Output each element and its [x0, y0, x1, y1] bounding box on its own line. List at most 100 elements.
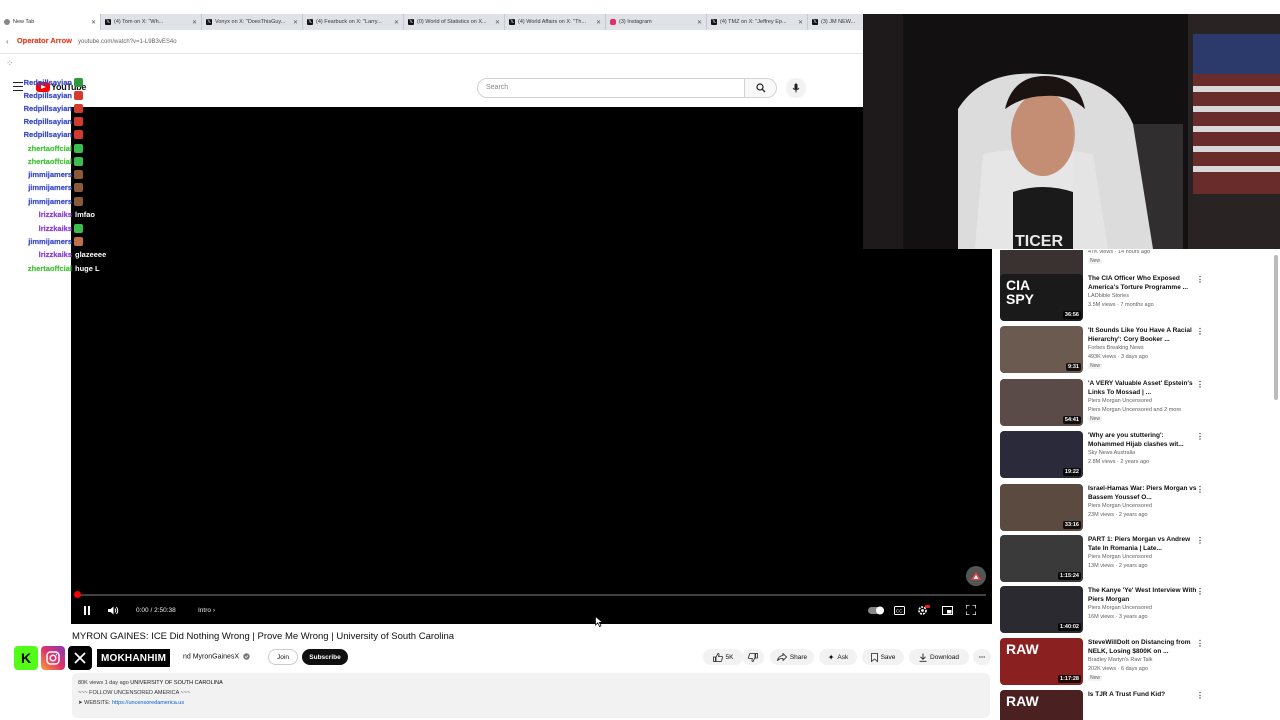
- recommended-channel[interactable]: Sky News Australia: [1088, 450, 1200, 456]
- more-vertical-icon[interactable]: ⋮: [1196, 485, 1204, 494]
- fullscreen-button[interactable]: [966, 603, 976, 617]
- settings-button[interactable]: [917, 603, 930, 617]
- x-twitter-icon: [68, 646, 92, 670]
- more-vertical-icon[interactable]: ⋮: [1196, 639, 1204, 648]
- close-tab-icon[interactable]: ✕: [798, 19, 803, 26]
- download-button[interactable]: Download: [909, 649, 969, 665]
- browser-tab[interactable]: 𝕏 (4) Fearbuck on X: "Larry... ✕: [303, 14, 404, 30]
- close-tab-icon[interactable]: ✕: [293, 19, 298, 26]
- chat-username: lrizzkaiks: [38, 249, 73, 259]
- recommended-channel[interactable]: Forbes Breaking News: [1088, 345, 1200, 351]
- video-thumbnail[interactable]: CIA SPY 36:56: [1000, 274, 1083, 321]
- chapter-button[interactable]: Intro ›: [198, 607, 215, 614]
- progress-scrubber[interactable]: [74, 591, 81, 598]
- recommended-video[interactable]: RAW 1:17:28 SteveWillDoIt on Distancing fr…: [1000, 638, 1270, 688]
- video-thumbnail[interactable]: 1:15:24: [1000, 535, 1083, 582]
- recommended-meta: 2.8M views · 2 years ago: [1088, 459, 1150, 465]
- join-button[interactable]: Join: [268, 649, 298, 665]
- recommended-channel[interactable]: Piers Morgan Uncensored: [1088, 398, 1200, 404]
- more-vertical-icon[interactable]: ⋮: [1196, 327, 1204, 336]
- chat-message: Operator Arrow: [0, 34, 72, 46]
- miniplayer-button[interactable]: [942, 603, 953, 617]
- recommended-channel[interactable]: Bradley Martyn's Raw Talk: [1088, 657, 1200, 663]
- browser-tab[interactable]: 𝕏 (0) World of Statistics on X... ✕: [404, 14, 505, 30]
- browser-tab[interactable]: 𝕏 (4) TMZ on X: "Jeffrey Ep... ✕: [707, 14, 808, 30]
- search-input[interactable]: Search: [477, 78, 745, 98]
- recommended-video[interactable]: 1:15:24 PART 1: Piers Morgan vs Andrew Ta…: [1000, 535, 1270, 585]
- video-thumbnail[interactable]: 54:41: [1000, 379, 1083, 426]
- close-tab-icon[interactable]: ✕: [192, 19, 197, 26]
- recommended-video[interactable]: RAW Is TJR A Trust Fund Kid? ⋮: [1000, 690, 1270, 720]
- close-tab-icon[interactable]: ✕: [596, 19, 601, 26]
- ask-button[interactable]: ✦ Ask: [819, 649, 857, 665]
- save-button[interactable]: Save: [862, 649, 904, 665]
- browser-tab[interactable]: 𝕏 Vonyx on X: "DoesThisGuy... ✕: [202, 14, 303, 30]
- close-tab-icon[interactable]: ✕: [394, 19, 399, 26]
- recommended-video-title[interactable]: PART 1: Piers Morgan vs Andrew Tate In R…: [1088, 535, 1198, 553]
- autoplay-toggle[interactable]: [868, 603, 884, 617]
- pause-button[interactable]: [83, 603, 91, 617]
- recommended-video-title[interactable]: 'It Sounds Like You Have A Racial Hierar…: [1088, 326, 1198, 344]
- share-button[interactable]: Share: [770, 649, 814, 665]
- video-player[interactable]: 0:00 / 2:50:38 Intro › CC: [71, 107, 992, 627]
- recommended-video[interactable]: 33:16 Israel-Hamas War: Piers Morgan vs B…: [1000, 484, 1270, 534]
- recommended-video[interactable]: 19:22 'Why are you stuttering': Mohammed …: [1000, 431, 1270, 481]
- recommended-channel[interactable]: Piers Morgan Uncensored: [1088, 605, 1200, 611]
- x-twitter-icon: 𝕏: [509, 19, 515, 25]
- website-link[interactable]: https://uncensoredamerica.us: [112, 700, 184, 706]
- floating-action-icon[interactable]: [966, 566, 986, 586]
- recommended-channel[interactable]: LADbible Stories: [1088, 293, 1200, 299]
- recommended-video-title[interactable]: The CIA Officer Who Exposed America's To…: [1088, 274, 1198, 292]
- volume-button[interactable]: [108, 603, 119, 617]
- fullscreen-icon: [966, 605, 976, 615]
- more-vertical-icon[interactable]: ⋮: [1196, 536, 1204, 545]
- video-thumbnail[interactable]: 19:22: [1000, 431, 1083, 478]
- recommended-channel[interactable]: Piers Morgan Uncensored: [1088, 503, 1200, 509]
- close-tab-icon[interactable]: ✕: [495, 19, 500, 26]
- like-button[interactable]: 5K: [703, 649, 743, 665]
- video-duration: 19:22: [1062, 468, 1081, 476]
- more-vertical-icon[interactable]: ⋮: [1196, 275, 1204, 284]
- download-label: Download: [930, 653, 959, 661]
- browser-tab[interactable]: 𝕏 (4) World Affairs on X: "Th... ✕: [505, 14, 606, 30]
- chat-text: huge L: [75, 263, 100, 273]
- more-vertical-icon[interactable]: ⋮: [1196, 587, 1204, 596]
- recommended-video[interactable]: 54:41 'A VERY Valuable Asset' Epstein's L…: [1000, 379, 1270, 429]
- page-scrollbar[interactable]: [1274, 255, 1278, 400]
- chat-username: Redpillsayian: [23, 129, 73, 139]
- recommended-channel[interactable]: Piers Morgan Uncensored: [1088, 554, 1200, 560]
- recommended-video-title[interactable]: SteveWillDoIt on Distancing from NELK, L…: [1088, 638, 1198, 656]
- chat-message: jimmijamers: [0, 195, 83, 207]
- browser-tab[interactable]: 𝕏(3) JM NEW...✕: [808, 14, 863, 30]
- recommended-video[interactable]: 9:31 'It Sounds Like You Have A Racial Hi…: [1000, 326, 1270, 376]
- recommended-video-title[interactable]: 'Why are you stuttering': Mohammed Hijab…: [1088, 431, 1198, 449]
- recommended-video-title[interactable]: Israel-Hamas War: Piers Morgan vs Bassem…: [1088, 484, 1198, 502]
- recommended-video[interactable]: CIA SPY 36:56 The CIA Officer Who Exposed …: [1000, 274, 1270, 324]
- x-twitter-icon: 𝕏: [206, 19, 212, 25]
- more-vertical-icon[interactable]: ⋮: [1196, 432, 1204, 441]
- video-thumbnail[interactable]: 1:40:02: [1000, 586, 1083, 633]
- close-tab-icon[interactable]: ✕: [697, 19, 702, 26]
- progress-bar[interactable]: [77, 594, 986, 596]
- more-actions-button[interactable]: ⋯: [973, 649, 991, 665]
- video-thumbnail[interactable]: RAW 1:17:28: [1000, 638, 1083, 685]
- description-box[interactable]: 80K views 1 day ago UNIVERSITY OF SOUTH …: [72, 673, 990, 718]
- video-duration: 1:40:02: [1058, 623, 1081, 631]
- video-thumbnail[interactable]: 9:31: [1000, 326, 1083, 373]
- more-vertical-icon[interactable]: ⋮: [1196, 691, 1204, 700]
- recommended-video-title[interactable]: Is TJR A Trust Fund Kid?: [1088, 690, 1198, 699]
- recommended-video-title[interactable]: The Kanye 'Ye' West Interview With Piers…: [1088, 586, 1198, 604]
- voice-search-button[interactable]: [786, 78, 806, 98]
- more-vertical-icon[interactable]: ⋮: [1196, 380, 1204, 389]
- dislike-button[interactable]: [742, 649, 764, 665]
- chat-username: Redpillsayian: [23, 90, 73, 100]
- browser-tab[interactable]: (3) Instagram ✕: [606, 14, 707, 30]
- captions-button[interactable]: CC: [894, 603, 905, 617]
- recommended-video[interactable]: 1:40:02 The Kanye 'Ye' West Interview Wit…: [1000, 586, 1270, 636]
- subscribe-button[interactable]: Subscribe: [302, 649, 348, 665]
- video-thumbnail[interactable]: RAW: [1000, 690, 1083, 720]
- channel-name[interactable]: nd MyronGainesX: [183, 653, 250, 660]
- recommended-video-title[interactable]: 'A VERY Valuable Asset' Epstein's Links …: [1088, 379, 1198, 397]
- video-thumbnail[interactable]: 33:16: [1000, 484, 1083, 531]
- search-button[interactable]: [745, 78, 777, 98]
